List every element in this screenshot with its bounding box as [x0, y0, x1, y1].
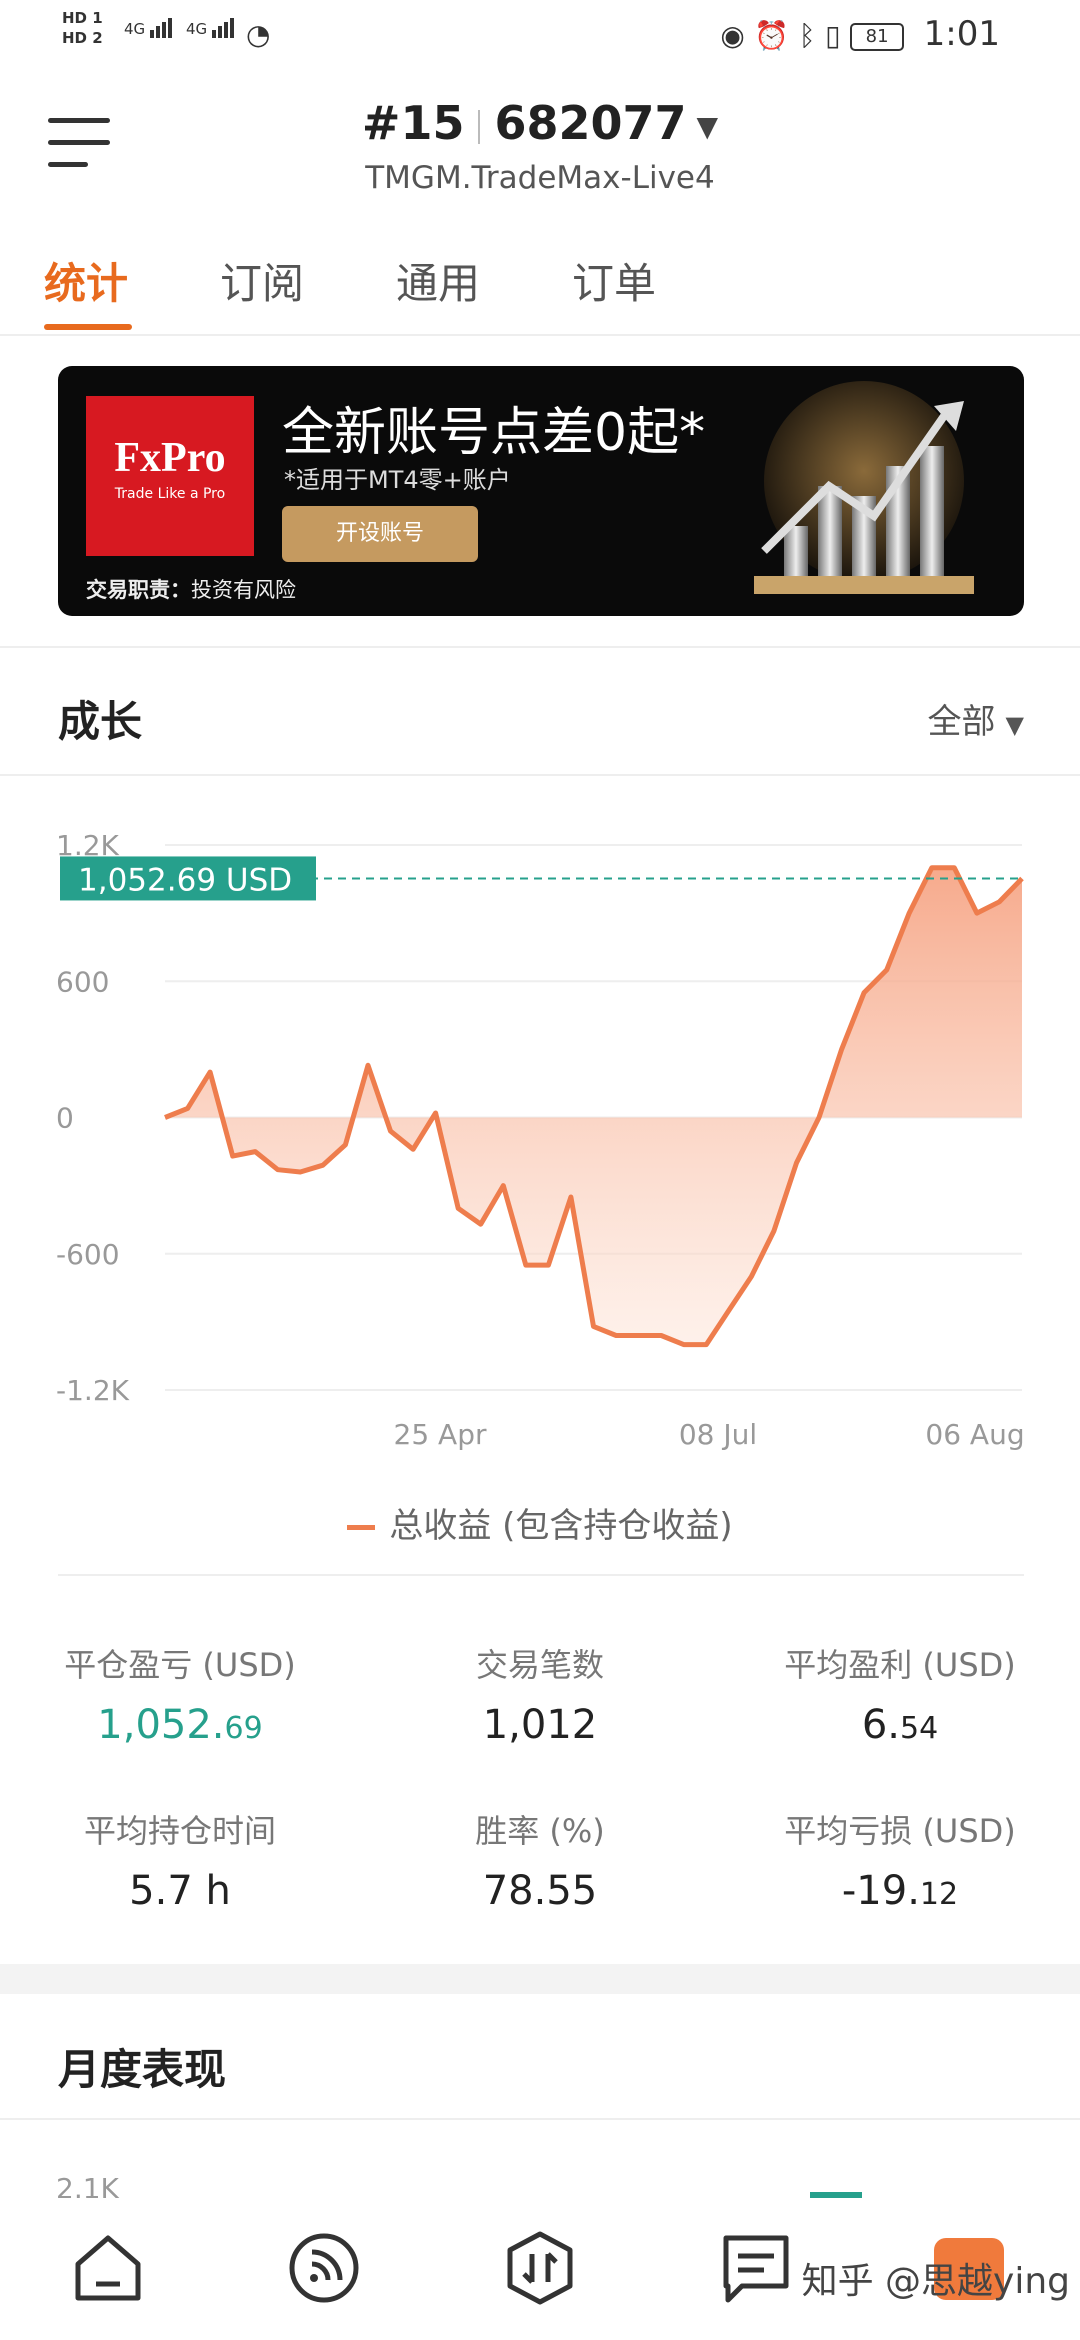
tab-orders[interactable]: 订单	[572, 250, 656, 311]
growth-chart[interactable]: 1.2K6000-600-1.2K1,052.69 USD25 Apr 08 Ju…	[0, 810, 1080, 1480]
sim2-label: HD 2	[62, 29, 103, 47]
chart-legend: 总收益 (包含持仓收益)	[0, 1498, 1080, 1547]
bluetooth-icon: ᛒ	[798, 19, 816, 52]
messages-icon[interactable]	[718, 2230, 794, 2306]
legend-label: 总收益 (包含持仓收益)	[389, 1506, 733, 1546]
server-name: TMGM.TradeMax-Live4	[365, 160, 715, 196]
series-area	[165, 867, 1022, 1345]
eye-icon: ◉	[720, 19, 745, 52]
account-id: 682077	[494, 96, 687, 150]
stat-value: -19.12	[841, 1868, 959, 1914]
y-tick-label: -1.2K	[56, 1374, 130, 1407]
stat-value: 5.7 h	[129, 1868, 231, 1914]
tab-subscribe[interactable]: 订阅	[220, 250, 304, 311]
status-bar: HD 1 HD 2 4G 4G ◔ ◉ ⏰ ᛒ ▯ 81 1:01	[0, 0, 1080, 70]
signal-2: 4G	[186, 18, 236, 38]
signal-bars-icon	[149, 18, 174, 38]
stat-label: 平均持仓时间	[83, 1812, 276, 1850]
watermark: 知乎 @思越ying	[801, 2261, 1070, 2302]
chart-art-icon	[754, 381, 974, 594]
legend-swatch	[347, 1525, 376, 1530]
signal-bars-icon	[211, 18, 236, 38]
sim-indicators: HD 1 HD 2	[62, 8, 103, 48]
growth-filter-dropdown[interactable]: 全部 ▼	[928, 694, 1024, 743]
home-icon[interactable]	[70, 2230, 146, 2306]
growth-filter-label: 全部	[927, 702, 996, 742]
signal-1: 4G	[124, 18, 174, 38]
x-tick-label: 25 Apr	[394, 1418, 487, 1451]
tab-bar: 统计 订阅 通用 订单	[0, 244, 1080, 336]
net2-label: 4G	[186, 20, 208, 38]
battery-icon: 81	[850, 22, 905, 51]
monthly-title: 月度表现	[58, 2045, 227, 2094]
x-tick-label: 06 Aug	[925, 1418, 1024, 1451]
trade-icon[interactable]	[502, 2230, 578, 2306]
banner-subtitle: *适用于MT4零+账户	[284, 466, 511, 494]
x-tick-label: 08 Jul	[679, 1418, 757, 1451]
net1-label: 4G	[124, 20, 146, 38]
caret-down-icon: ▼	[1005, 711, 1024, 739]
stat-label: 交易笔数	[475, 1646, 604, 1684]
wifi-icon: ◔	[246, 18, 271, 51]
divider	[0, 646, 1080, 648]
divider	[0, 2118, 1080, 2120]
bottom-nav: 知乎 @思越ying	[0, 2198, 1080, 2340]
y-tick-label: 600	[56, 965, 109, 998]
tab-active-indicator	[44, 324, 132, 330]
divider	[0, 774, 1080, 776]
y-tick-label: 0	[56, 1102, 74, 1135]
stat-value: 78.55	[482, 1868, 598, 1914]
stat-value: 6.54	[861, 1702, 939, 1748]
tab-stats[interactable]: 统计	[44, 250, 128, 311]
tab-general[interactable]: 通用	[396, 250, 480, 311]
open-account-button[interactable]: 开设账号	[282, 506, 478, 562]
stat-value: 1,012	[482, 1702, 598, 1748]
current-value-label: 1,052.69 USD	[78, 862, 292, 898]
banner-title: 全新账号点差0起*	[282, 403, 706, 463]
stat-label: 胜率 (%)	[475, 1812, 605, 1850]
clock: 1:01	[923, 14, 1000, 54]
fxpro-logo: FxPro Trade Like a Pro	[86, 396, 254, 556]
growth-title: 成长	[58, 697, 143, 746]
account-number: #15	[361, 96, 465, 150]
status-right: ◉ ⏰ ᛒ ▯ 81 1:01	[720, 14, 1000, 54]
stat-label: 平仓盈亏 (USD)	[64, 1646, 296, 1684]
caret-down-icon: ▼	[696, 110, 719, 143]
vibrate-icon: ▯	[825, 19, 841, 52]
banner-disclaimer: 交易职责：投资有风险	[86, 578, 296, 602]
section-separator	[0, 1964, 1080, 1994]
feed-icon[interactable]	[286, 2230, 362, 2306]
y-tick-label: -600	[56, 1238, 120, 1271]
divider	[58, 1574, 1024, 1576]
stat-label: 平均盈利 (USD)	[784, 1646, 1016, 1684]
ad-banner[interactable]: FxPro Trade Like a Pro 全新账号点差0起* *适用于MT4…	[58, 366, 1024, 616]
sim1-label: HD 1	[62, 9, 103, 27]
stat-value: 1,052.69	[97, 1702, 263, 1748]
stat-label: 平均亏损 (USD)	[784, 1812, 1016, 1850]
alarm-icon: ⏰	[754, 19, 790, 52]
account-selector[interactable]: #15 682077 ▼	[0, 96, 1080, 150]
